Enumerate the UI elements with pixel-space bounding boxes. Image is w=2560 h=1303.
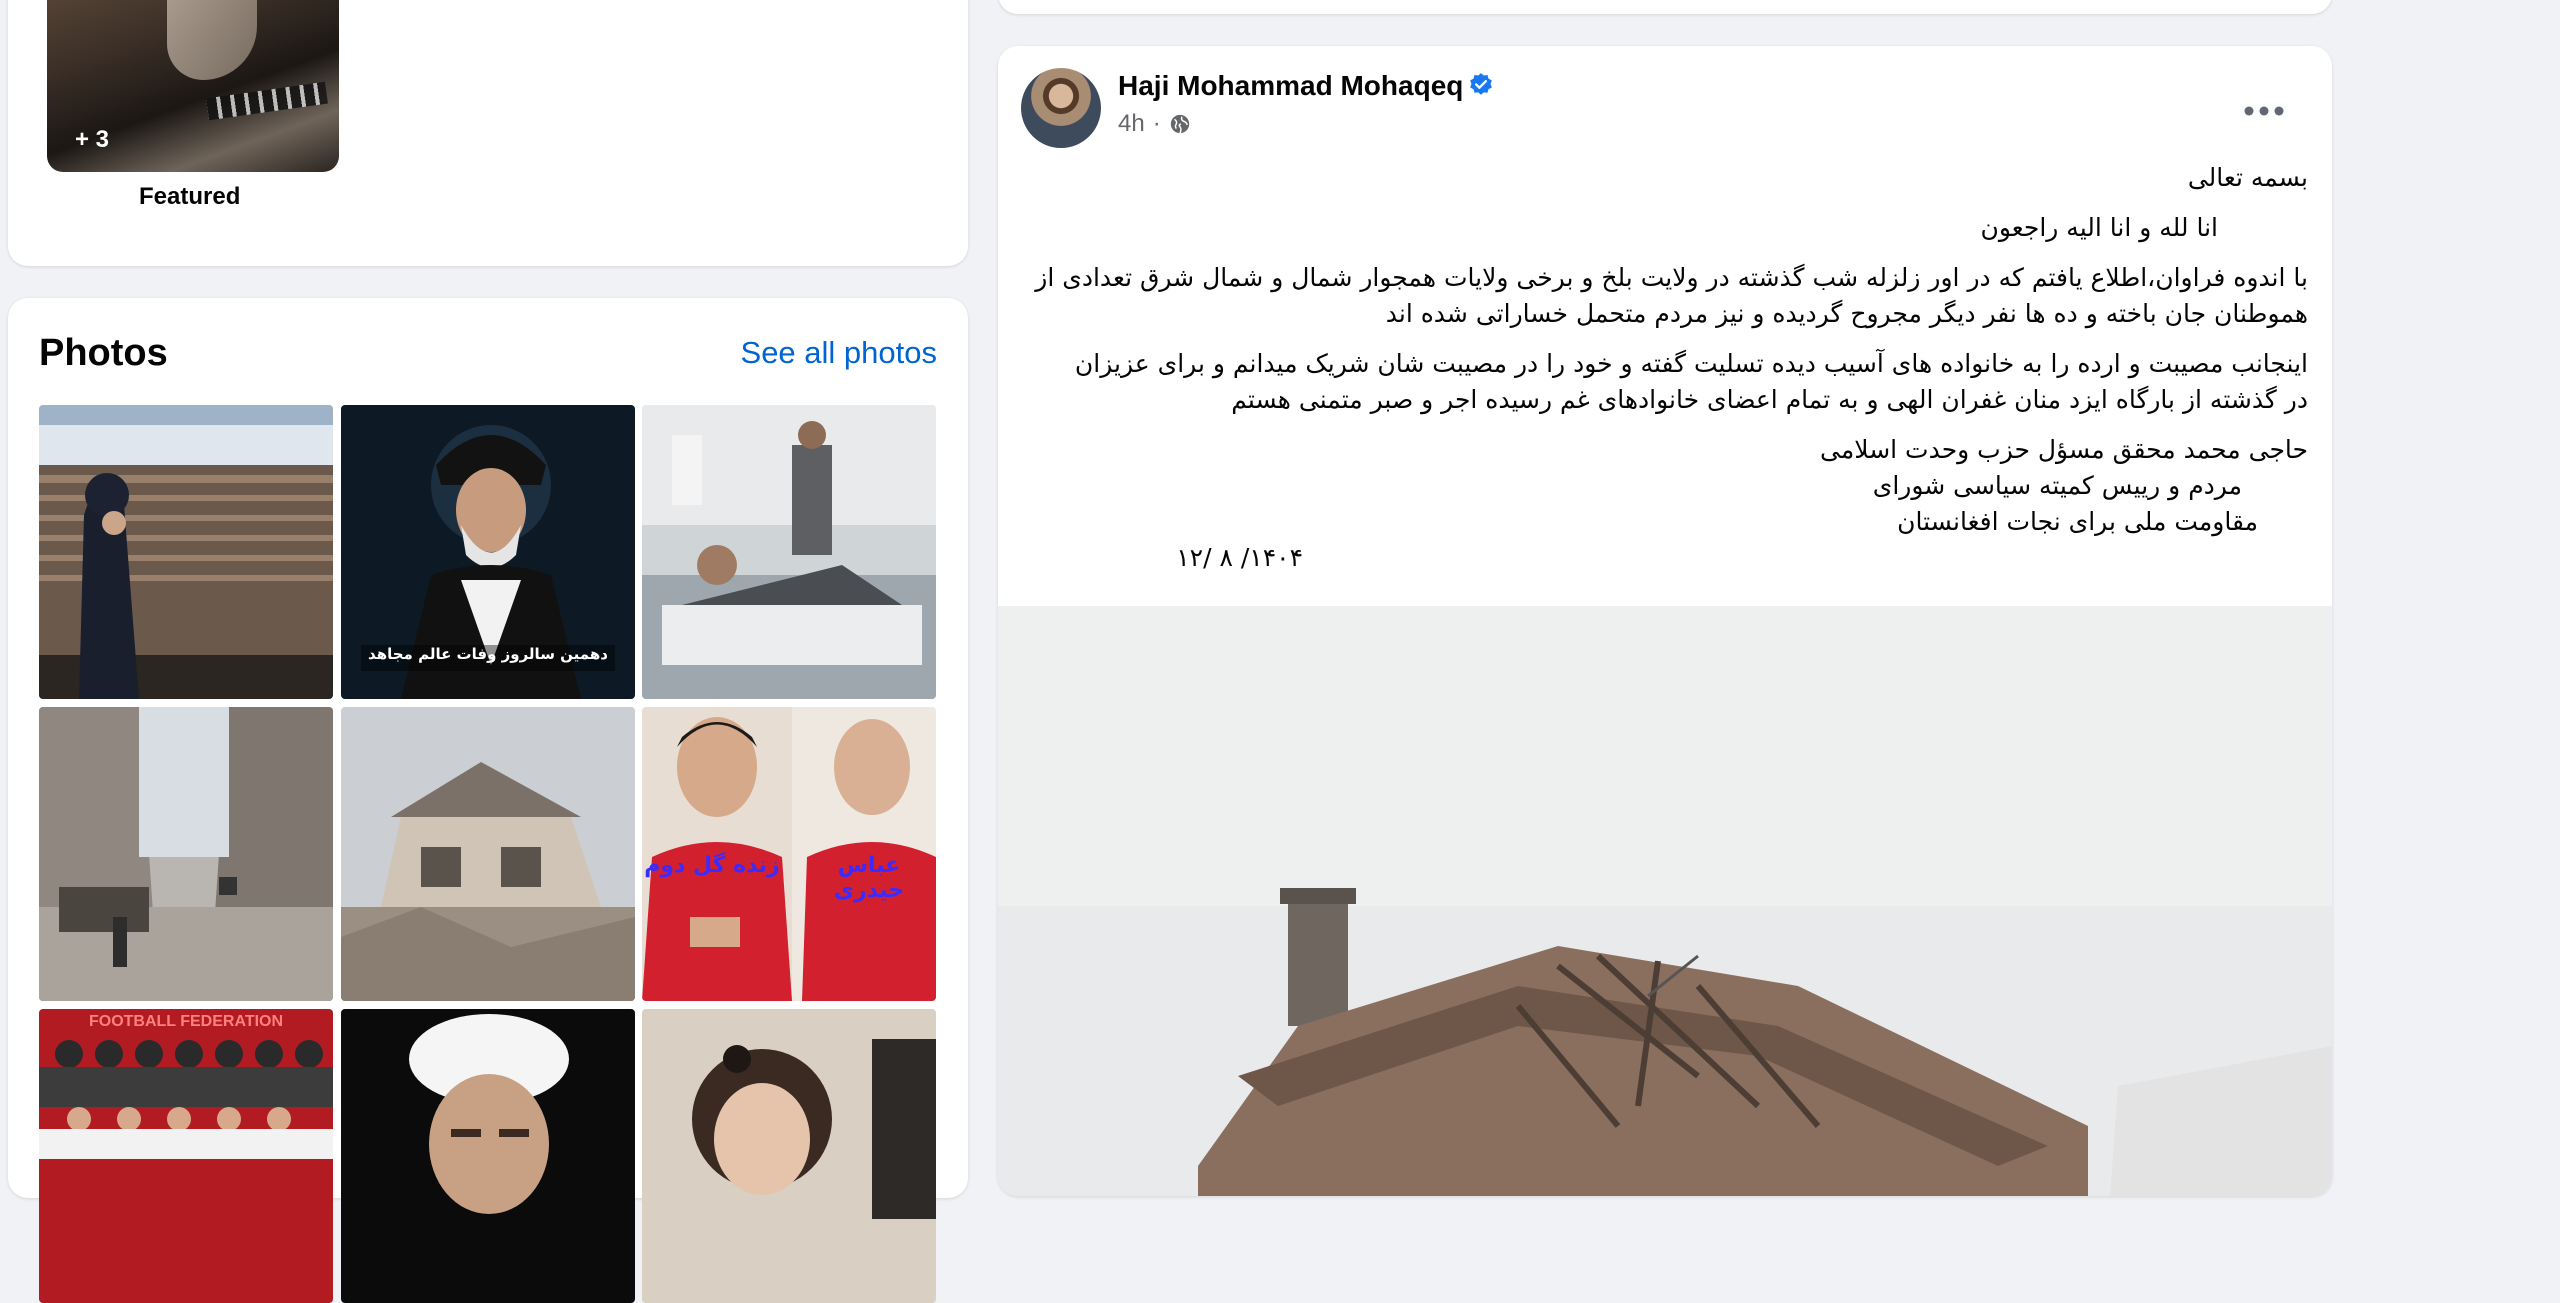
cleric-white-turban-photo xyxy=(341,1009,635,1303)
post-date: ۱۴۰۴/ ۸ /۱۲ xyxy=(1176,543,1303,572)
photos-card: Photos See all photos دهمین سالروز وفات … xyxy=(8,298,968,1303)
post-line: با اندوه فراوان،اطلاع یافتم که در اور زل… xyxy=(1035,263,2308,292)
photo-thumbnail[interactable]: FOOTBALL FEDERATION xyxy=(39,1009,333,1303)
photo-thumbnail[interactable] xyxy=(642,1009,936,1303)
signature-line: مردم و رییس کمیته سیاسی شورای xyxy=(1872,471,2242,500)
post-line: اینجانب مصیبت و ارده را به خانواده های آ… xyxy=(1074,349,2308,378)
see-all-photos-link[interactable]: See all photos xyxy=(741,335,937,371)
photo-thumbnail[interactable] xyxy=(341,1009,635,1303)
post-line: در گذشته از بارگاه ایزد منان غفران الهی … xyxy=(1231,385,2308,414)
post-paragraph: بسمه تعالی xyxy=(1028,160,2308,196)
signature-line: مقاومت ملی برای نجات افغانستان xyxy=(1897,507,2258,536)
meta-separator: · xyxy=(1152,110,1161,137)
featured-count: + 3 xyxy=(75,126,110,153)
collapsed-house-photo xyxy=(341,707,635,1001)
photo-caption: زنده گل دوم xyxy=(644,853,780,878)
author-avatar[interactable] xyxy=(1021,68,1101,148)
photo-thumbnail[interactable] xyxy=(39,405,333,699)
photo-caption: دهمین سالروز وفات عالم مجاهد xyxy=(368,645,608,663)
photos-title: Photos xyxy=(39,332,168,374)
globe-icon[interactable] xyxy=(1169,113,1191,135)
rockslide-road-photo xyxy=(39,707,333,1001)
verified-badge-icon xyxy=(1470,73,1492,95)
post-card: Haji Mohammad Mohaqeq 4h · بسمه تعالی ان… xyxy=(998,46,2332,1196)
post-timestamp[interactable]: 4h xyxy=(1118,110,1145,138)
thumbnail-detail xyxy=(206,81,328,121)
signature-line: حاجی محمد محقق مسؤل حزب وحدت اسلامی xyxy=(1820,435,2308,464)
photo-thumbnail[interactable] xyxy=(341,707,635,1001)
thumbnail-detail xyxy=(167,0,257,80)
crowd-speech-photo xyxy=(39,405,333,699)
post-line: هموطنان جان باخته و ده ها نفر دیگر مجروح… xyxy=(1385,299,2308,328)
photo-caption: FOOTBALL FEDERATION xyxy=(88,1013,284,1030)
post-line: انا لله و انا الیه راجعون xyxy=(1980,213,2218,242)
team-photo xyxy=(39,1009,333,1303)
photo-thumbnail[interactable] xyxy=(642,405,936,699)
post-paragraph: با اندوه فراوان،اطلاع یافتم که در اور زل… xyxy=(1028,260,2308,332)
photo-thumbnail[interactable]: دهمین سالروز وفات عالم مجاهد xyxy=(341,405,635,699)
post-signature: حاجی محمد محقق مسؤل حزب وحدت اسلامی مردم… xyxy=(1028,432,2308,540)
photo-thumbnail[interactable]: زنده گل دوم عباس حیدری xyxy=(642,707,936,1001)
photo-thumbnail[interactable] xyxy=(39,707,333,1001)
child-portrait-photo xyxy=(642,1009,936,1303)
featured-card: + 3 Featured xyxy=(8,0,968,266)
post-body: بسمه تعالی انا لله و انا الیه راجعون با … xyxy=(1028,160,2308,576)
post-image-damaged-house[interactable] xyxy=(998,606,2332,1196)
featured-thumbnail[interactable]: + 3 xyxy=(47,0,339,172)
more-options-icon[interactable] xyxy=(2234,96,2294,126)
post-paragraph: اینجانب مصیبت و ارده را به خانواده های آ… xyxy=(1028,346,2308,418)
post-meta: 4h · xyxy=(1118,110,1191,138)
post-line: بسمه تعالی xyxy=(2187,163,2308,192)
hospital-ward-photo xyxy=(642,405,936,699)
post-paragraph: انا لله و انا الیه راجعون xyxy=(1028,210,2308,246)
photo-caption: عباس حیدری xyxy=(833,853,905,903)
previous-post-card xyxy=(998,0,2332,14)
post-author-name[interactable]: Haji Mohammad Mohaqeq xyxy=(1118,70,1463,102)
featured-label: Featured xyxy=(139,183,241,210)
